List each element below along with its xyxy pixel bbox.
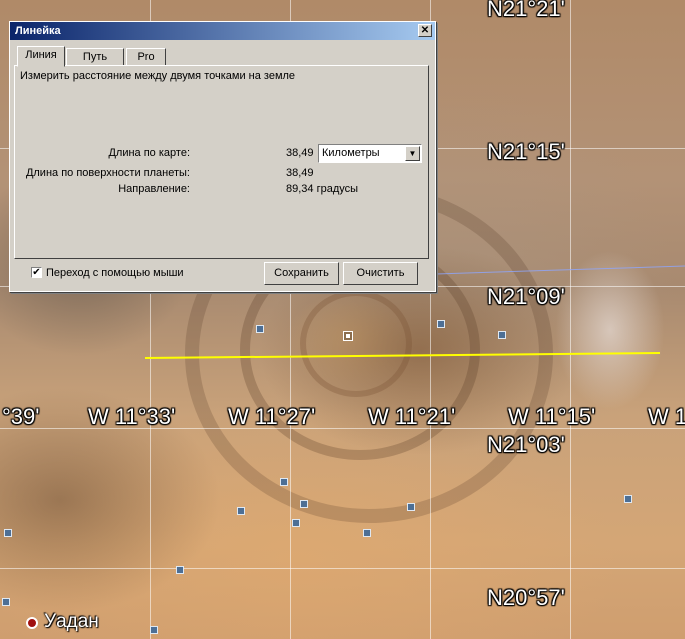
clear-button[interactable]: Очистить [343, 262, 418, 285]
description-text: Измерить расстояние между двумя точками … [20, 70, 296, 82]
map-length-label: Длина по карте: [108, 147, 190, 159]
mouse-nav-label[interactable]: Переход с помощью мыши [46, 267, 184, 279]
unit-select[interactable]: Километры ▼ [318, 144, 422, 163]
save-button[interactable]: Сохранить [264, 262, 339, 285]
ruler-dialog: Линейка ✕ Линия Путь Pro Измерить рассто… [9, 21, 436, 292]
surface-length-label: Длина по поверхности планеты: [25, 167, 190, 179]
checkmark-icon: ✔ [32, 267, 41, 278]
direction-value: 89,34 градусы [286, 183, 359, 195]
direction-label: Направление: [118, 183, 190, 195]
unit-select-value: Километры [322, 147, 380, 159]
ruler-measure-line[interactable] [144, 352, 661, 359]
dialog-title: Линейка [15, 25, 61, 37]
dialog-titlebar[interactable]: Линейка ✕ [10, 22, 435, 40]
chevron-down-icon[interactable]: ▼ [405, 146, 420, 161]
mouse-nav-checkbox[interactable]: ✔ [31, 267, 42, 278]
horizon-line [435, 265, 685, 275]
map-length-value: 38,49 [286, 147, 314, 159]
tab-line[interactable]: Линия [17, 46, 65, 67]
tab-pro[interactable]: Pro [126, 48, 166, 66]
surface-length-value: 38,49 [286, 167, 314, 179]
tab-path[interactable]: Путь [66, 48, 124, 66]
close-icon[interactable]: ✕ [418, 24, 432, 37]
